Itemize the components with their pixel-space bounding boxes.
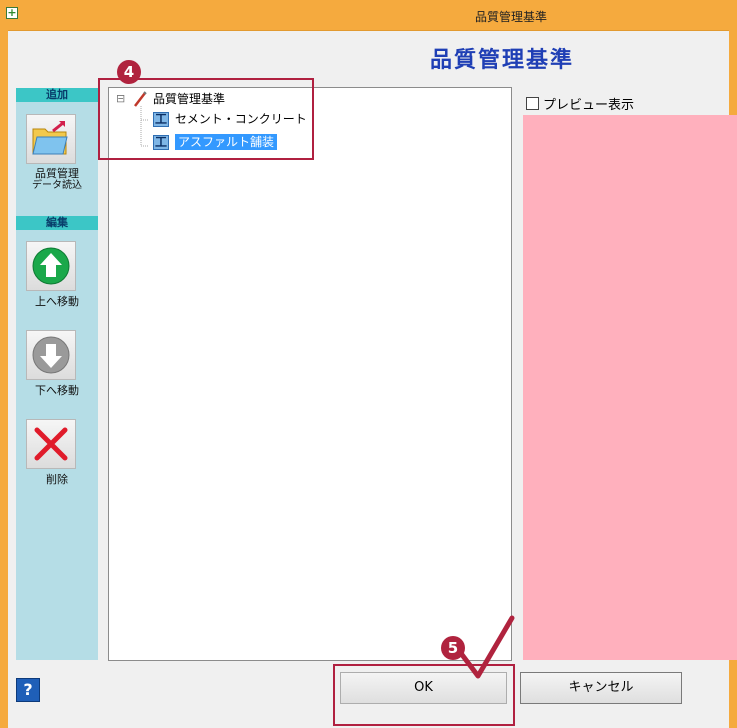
- move-up-label: 上へ移動: [35, 295, 79, 308]
- window-title: 品質管理基準: [474, 10, 547, 24]
- add-section-header: 追加: [16, 88, 98, 102]
- dialog-window: + 品質管理基準 品質管理基準 追加 品質管理 データ読込 編集 上へ移動 下へ…: [0, 0, 737, 728]
- side-toolbar: 追加 品質管理 データ読込 編集 上へ移動 下へ移動 削除: [16, 88, 98, 660]
- checkmark-icon: [457, 615, 515, 679]
- cancel-button[interactable]: キャンセル: [520, 672, 682, 704]
- move-down-button[interactable]: [26, 330, 76, 380]
- delete-x-icon: [34, 427, 68, 461]
- window-border-left: [0, 30, 8, 728]
- edit-section-header: 編集: [16, 216, 98, 230]
- delete-label: 削除: [46, 473, 68, 486]
- move-up-button[interactable]: [26, 241, 76, 291]
- delete-button[interactable]: [26, 419, 76, 469]
- folder-import-icon: [32, 121, 68, 155]
- import-label-line2: データ読込: [32, 180, 82, 191]
- title-bar: + 品質管理基準: [0, 0, 737, 31]
- preview-checkbox[interactable]: プレビュー表示: [526, 94, 634, 113]
- page-title: 品質管理基準: [430, 48, 575, 73]
- checkbox-box[interactable]: [526, 97, 539, 110]
- move-down-label: 下へ移動: [35, 384, 79, 397]
- import-data-button[interactable]: [26, 114, 76, 164]
- preview-pane: [523, 115, 737, 660]
- import-label-line1: 品質管理: [35, 167, 79, 180]
- arrow-up-icon: [32, 247, 70, 285]
- help-button[interactable]: ?: [16, 678, 40, 702]
- preview-checkbox-label: プレビュー表示: [543, 98, 635, 113]
- arrow-down-icon: [32, 336, 70, 374]
- standards-tree[interactable]: ⊟ 品質管理基準 工 セメント・コンクリート 工 アスファルト舗装: [108, 87, 512, 661]
- highlight-box-tree: [98, 78, 314, 160]
- step-badge-4: 4: [117, 60, 141, 84]
